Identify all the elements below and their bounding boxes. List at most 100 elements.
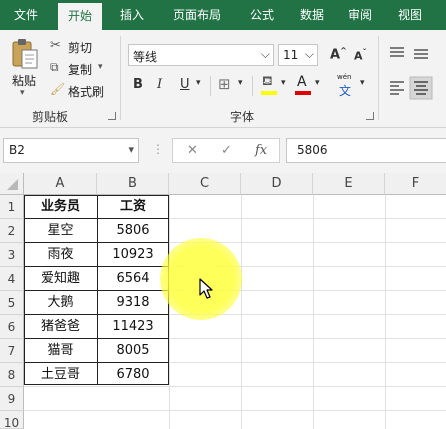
paste-button[interactable]: 粘贴 ▾ — [6, 36, 42, 98]
chevron-down-icon: ▾ — [20, 88, 25, 98]
chevron-down-icon[interactable]: ▾ — [315, 78, 320, 88]
chevron-down-icon[interactable]: ▾ — [196, 78, 201, 88]
scissors-icon: ✂ — [50, 38, 61, 53]
format-painter-label: 格式刷 — [68, 85, 105, 99]
chevron-down-icon: ⌵ — [260, 47, 270, 61]
format-painter-button[interactable]: 🖌 格式刷 — [50, 82, 110, 100]
cell-b2[interactable]: 5806 — [97, 219, 169, 243]
cut-button[interactable]: ✂ 剪切 — [50, 38, 110, 56]
row-header-4[interactable]: 4 — [0, 267, 24, 291]
font-family-select[interactable]: 等线 ⌵ — [128, 44, 274, 66]
column-header-c[interactable]: C — [169, 173, 241, 195]
tab-view[interactable]: 视图 — [388, 0, 432, 30]
cell-b8[interactable]: 6780 — [97, 363, 169, 387]
group-separator — [378, 36, 379, 120]
cell-b1[interactable]: 工资 — [97, 195, 169, 219]
copy-icon: ⧉ — [50, 60, 59, 74]
align-left-icon — [390, 81, 404, 95]
chevron-down-icon: ⌵ — [304, 47, 314, 61]
tab-review[interactable]: 审阅 — [338, 0, 382, 30]
column-header-a[interactable]: A — [24, 173, 97, 195]
row-header-2[interactable]: 2 — [0, 219, 24, 243]
cell-a6[interactable]: 猪爸爸 — [24, 315, 97, 339]
ribbon: 粘贴 ▾ ✂ 剪切 ⧉ 复制 ▾ 🖌 格式刷 剪贴板 等线 ⌵ 11 ⌵ A^ … — [0, 30, 446, 128]
italic-button[interactable]: I — [157, 77, 162, 92]
tab-formulas[interactable]: 公式 — [240, 0, 284, 30]
font-color-button[interactable]: A — [294, 74, 312, 96]
cell-a2[interactable]: 星空 — [24, 219, 97, 243]
shrink-font-icon[interactable]: Aˇ — [354, 48, 367, 63]
row-header-9[interactable]: 9 — [0, 387, 24, 411]
borders-icon[interactable]: ⊞ — [218, 75, 231, 93]
row-header-8[interactable]: 8 — [0, 363, 24, 387]
select-all-button[interactable] — [0, 173, 24, 195]
tab-home[interactable]: 开始 — [58, 3, 102, 30]
font-size-select[interactable]: 11 ⌵ — [278, 44, 318, 66]
clipboard-group-label: 剪贴板 — [32, 110, 69, 124]
phonetic-guide-button[interactable]: wén 文 — [336, 73, 358, 99]
font-launcher-icon[interactable] — [366, 112, 374, 120]
clipboard-launcher-icon[interactable] — [108, 112, 116, 120]
gridline — [241, 195, 242, 429]
column-header-f[interactable]: F — [385, 173, 446, 195]
gridline — [24, 410, 446, 411]
cell-b3[interactable]: 10923 — [97, 243, 169, 267]
chevron-down-icon[interactable]: ▾ — [360, 78, 365, 88]
cell-b7[interactable]: 8005 — [97, 339, 169, 363]
more-options-icon[interactable]: ⋮ — [152, 142, 164, 156]
tab-file[interactable]: 文件 — [4, 0, 48, 30]
align-middle-icon — [414, 49, 428, 59]
chevron-down-icon: ▾ — [128, 143, 134, 156]
row-header-5[interactable]: 5 — [0, 291, 24, 315]
group-separator — [120, 36, 121, 120]
column-header-b[interactable]: B — [97, 173, 169, 195]
tab-insert[interactable]: 插入 — [110, 0, 154, 30]
chevron-down-icon[interactable]: ▾ — [238, 78, 243, 88]
paint-bucket-icon: ⛾ — [262, 74, 273, 89]
bold-button[interactable]: B — [133, 77, 143, 92]
formula-bar: B2 ▾ ⋮ ✕ ✓ fx 5806 — [0, 128, 446, 173]
cell-a7[interactable]: 猫哥 — [24, 339, 97, 363]
phonetic-pinyin: wén — [337, 73, 352, 81]
name-box-value: B2 — [9, 143, 25, 157]
row-header-7[interactable]: 7 — [0, 339, 24, 363]
cell-a5[interactable]: 大鹅 — [24, 291, 97, 315]
formula-value: 5806 — [297, 143, 328, 157]
row-header-3[interactable]: 3 — [0, 243, 24, 267]
cell-b5[interactable]: 9318 — [97, 291, 169, 315]
tab-page-layout[interactable]: 页面布局 — [162, 0, 232, 30]
formula-input[interactable]: 5806 — [286, 138, 446, 163]
underline-button[interactable]: U — [180, 77, 190, 92]
cell-a8[interactable]: 土豆哥 — [24, 363, 97, 387]
insert-function-button[interactable]: fx — [255, 143, 267, 158]
ribbon-tab-bar: 文件 开始 插入 页面布局 公式 数据 审阅 视图 — [0, 0, 446, 30]
cell-a3[interactable]: 雨夜 — [24, 243, 97, 267]
tab-data[interactable]: 数据 — [290, 0, 334, 30]
cell-b4[interactable]: 6564 — [97, 267, 169, 291]
cell-a1[interactable]: 业务员 — [24, 195, 97, 219]
row-header-6[interactable]: 6 — [0, 315, 24, 339]
mouse-pointer-icon — [199, 278, 213, 299]
alignment-group — [390, 47, 433, 100]
paste-label: 粘贴 — [12, 74, 37, 88]
cell-b6[interactable]: 11423 — [97, 315, 169, 339]
name-box[interactable]: B2 ▾ — [3, 138, 139, 163]
copy-button[interactable]: ⧉ 复制 ▾ — [50, 60, 110, 78]
chevron-down-icon[interactable]: ▾ — [281, 78, 286, 88]
row-header-10[interactable]: 10 — [0, 411, 24, 429]
gridline — [313, 195, 314, 429]
column-header-d[interactable]: D — [241, 173, 313, 195]
fill-color-button[interactable]: ⛾ — [260, 74, 280, 96]
phonetic-char: 文 — [339, 84, 352, 98]
select-all-triangle-icon — [7, 179, 18, 190]
font-group-label: 字体 — [230, 110, 255, 124]
font-color-glyph: A — [297, 74, 307, 90]
column-header-e[interactable]: E — [313, 173, 385, 195]
cell-a4[interactable]: 爱知趣 — [24, 267, 97, 291]
row-header-1[interactable]: 1 — [0, 195, 24, 219]
cancel-icon[interactable]: ✕ — [187, 143, 198, 158]
gridline — [169, 195, 170, 429]
clipboard-icon — [12, 39, 38, 69]
grow-font-icon[interactable]: A^ — [330, 46, 347, 62]
enter-icon[interactable]: ✓ — [221, 143, 232, 158]
